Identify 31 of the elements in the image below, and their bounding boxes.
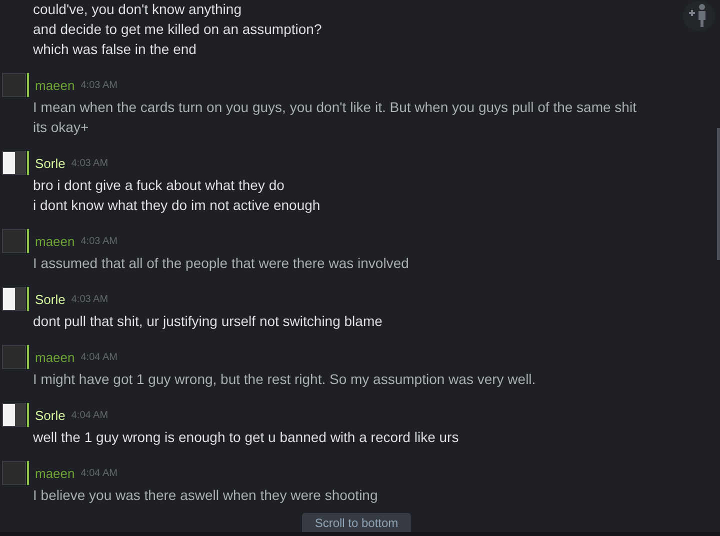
scrollbar-thumb[interactable] [717,128,720,260]
author-name[interactable]: maeen [35,466,75,480]
message-text: bro i dont give a fuck about what they do [32,176,286,195]
scroll-to-bottom-button[interactable]: Scroll to bottom [302,513,411,532]
message-time: 4:04 AM [80,352,118,362]
author-name[interactable]: maeen [35,350,75,364]
message-time: 4:04 AM [71,410,108,420]
message-text: and decide to get me killed on an assumption? [32,20,323,39]
avatar-placeholder[interactable] [2,287,26,311]
message-text: which was false in the end [32,40,198,59]
message-text: I believe you was there aswell when they were shooting [32,486,379,505]
message-time: 4:03 AM [80,80,118,90]
author-name[interactable]: Sorle [35,292,66,306]
avatar-placeholder[interactable] [2,151,26,175]
avatar-placeholder[interactable] [2,403,26,427]
message-text: could've, you don't know anything [32,0,242,19]
message-time: 4:04 AM [80,468,118,478]
author-name[interactable]: Sorle [35,156,66,170]
message-text: I mean when the cards turn on you guys, you don't like it. But when you guys pull of the same shit its okay+ [32,98,638,137]
message-text: well the 1 guy wrong is enough to get u banned with a record like urs [32,428,460,447]
message-time: 4:03 AM [71,294,108,304]
author-name[interactable]: Sorle [35,408,66,422]
message-text: i dont know what they do im not active enough [32,196,322,215]
message-time: 4:03 AM [80,236,118,246]
message-text: I might have got 1 guy wrong, but the rest right. So my assumption was very well. [32,370,537,389]
message-time: 4:03 AM [71,158,108,168]
author-name[interactable]: maeen [35,78,75,92]
message-text: I assumed that all of the people that were there was involved [32,254,410,273]
author-name[interactable]: maeen [35,234,75,248]
add-person-icon[interactable] [683,1,715,31]
message-text: dont pull that shit, ur justifying urself not switching blame [32,312,384,331]
